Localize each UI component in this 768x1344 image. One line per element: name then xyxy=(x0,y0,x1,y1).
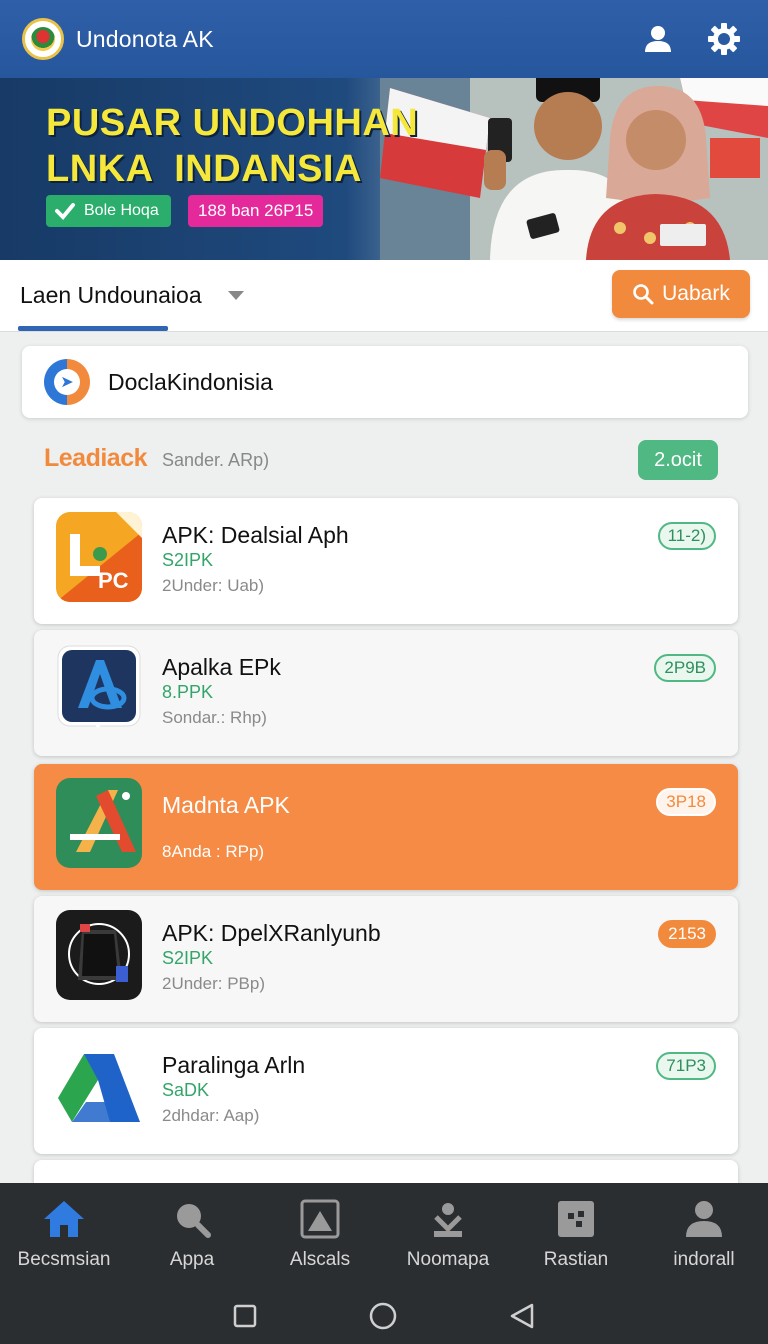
banner-photo xyxy=(380,78,768,260)
check-icon xyxy=(55,203,75,220)
app-name: APK: DpelXRanlyunb xyxy=(162,920,381,946)
download-icon xyxy=(434,1203,462,1237)
app-badge: 2P9B xyxy=(654,654,716,682)
tab-active-indicator xyxy=(18,326,168,331)
promo-banner[interactable]: PUSAR UNDOHHAN LNKA INDANSIA Bole Hoqa 1… xyxy=(0,78,768,260)
app-type: S2IPK xyxy=(162,948,214,968)
app-name: Paralinga Arln xyxy=(162,1052,306,1078)
app-card[interactable]: APK: DpelXRanlyunb S2IPK 2Under: PBp) 21… xyxy=(34,896,738,1022)
nav-item-home[interactable]: Becsmsian xyxy=(0,1183,128,1288)
nav-item-apps[interactable]: Appa xyxy=(128,1183,256,1288)
app-title: Undonota AK xyxy=(76,25,214,52)
search-button[interactable]: Uabark xyxy=(612,270,750,318)
app-type: S2IPK xyxy=(162,550,214,570)
app-icon-dark xyxy=(56,910,142,1000)
search-icon xyxy=(177,1204,211,1238)
banner-chip-verified[interactable]: Bole Hoqa xyxy=(46,195,171,227)
chevron-down-icon[interactable] xyxy=(228,291,244,300)
site-name: DoclaKindonisia xyxy=(108,368,273,395)
svg-text:PC: PC xyxy=(98,568,129,593)
account-button[interactable] xyxy=(636,17,680,61)
bottom-navigation: Becsmsian Appa Alscals Noomapa Rastian i… xyxy=(0,1183,768,1288)
image-icon xyxy=(300,1199,340,1239)
app-bar: Undonota AK xyxy=(0,0,768,78)
profile-icon xyxy=(686,1201,722,1237)
home-circle-icon[interactable] xyxy=(368,1301,398,1331)
tab-row: Laen Undounaioa Uabark xyxy=(0,260,768,332)
site-logo-icon: ➤ xyxy=(44,359,90,405)
recents-icon[interactable] xyxy=(232,1303,258,1329)
app-card[interactable]: Paralinga Arln SaDK 2dhdar: Aap) 71P3 xyxy=(34,1028,738,1154)
back-icon[interactable] xyxy=(508,1302,536,1330)
app-name: Madnta APK xyxy=(162,792,290,818)
app-icon-a xyxy=(57,645,141,728)
tab-dropdown-label[interactable]: Laen Undounaioa xyxy=(20,282,202,309)
app-name: Apalka EPk xyxy=(162,654,281,680)
app-card[interactable]: Apalka EPk 8.PPK Sondar.: Rhp) 2P9B xyxy=(34,630,738,756)
app-badge: 71P3 xyxy=(656,1052,716,1080)
nav-item-rastian[interactable]: Rastian xyxy=(512,1183,640,1288)
banner-headline: PUSAR UNDOHHAN LNKA INDANSIA xyxy=(46,102,419,190)
section-title: Leadiack xyxy=(44,444,148,472)
app-badge: 2153 xyxy=(658,920,716,948)
app-icon-pdf: PC xyxy=(56,512,142,602)
system-nav-bar xyxy=(0,1288,768,1344)
app-card[interactable]: PC APK: Dealsial Aph S2IPK 2Under: Uab) … xyxy=(34,498,738,624)
app-icon-x xyxy=(56,778,142,868)
app-meta: 2Under: PBp) xyxy=(162,974,265,993)
gear-icon xyxy=(708,23,740,55)
app-type: SaDK xyxy=(162,1080,210,1100)
app-meta: 8Anda : RPp) xyxy=(162,842,265,861)
section-subtitle: Sander. ARp) xyxy=(162,450,270,470)
app-name: APK: Dealsial Aph xyxy=(162,522,349,548)
home-icon xyxy=(44,1201,84,1237)
app-type: 8.PPK xyxy=(162,682,214,702)
nav-item-profile[interactable]: indorall xyxy=(640,1183,768,1288)
app-icon-triangle xyxy=(56,1042,142,1132)
app-badge: 3P18 xyxy=(656,788,716,816)
search-icon xyxy=(633,284,654,305)
app-logo xyxy=(22,18,64,60)
app-meta: Sondar.: Rhp) xyxy=(162,708,267,727)
nav-item-noomapa[interactable]: Noomapa xyxy=(384,1183,512,1288)
banner-chip-offer[interactable]: 188 ban 26P15 xyxy=(188,195,324,227)
app-card-selected[interactable]: Madnta APK 8Anda : RPp) 3P18 xyxy=(34,764,738,890)
site-search-box[interactable]: ➤ DoclaKindonisia xyxy=(22,346,748,418)
settings-button[interactable] xyxy=(702,17,746,61)
section-count-badge[interactable]: 2.ocit xyxy=(638,440,718,480)
app-meta: 2Under: Uab) xyxy=(162,576,265,595)
grid-icon xyxy=(558,1201,594,1237)
nav-item-alscals[interactable]: Alscals xyxy=(256,1183,384,1288)
user-icon xyxy=(645,26,671,52)
app-badge: 11-2) xyxy=(657,522,716,550)
app-meta: 2dhdar: Aap) xyxy=(162,1106,260,1125)
